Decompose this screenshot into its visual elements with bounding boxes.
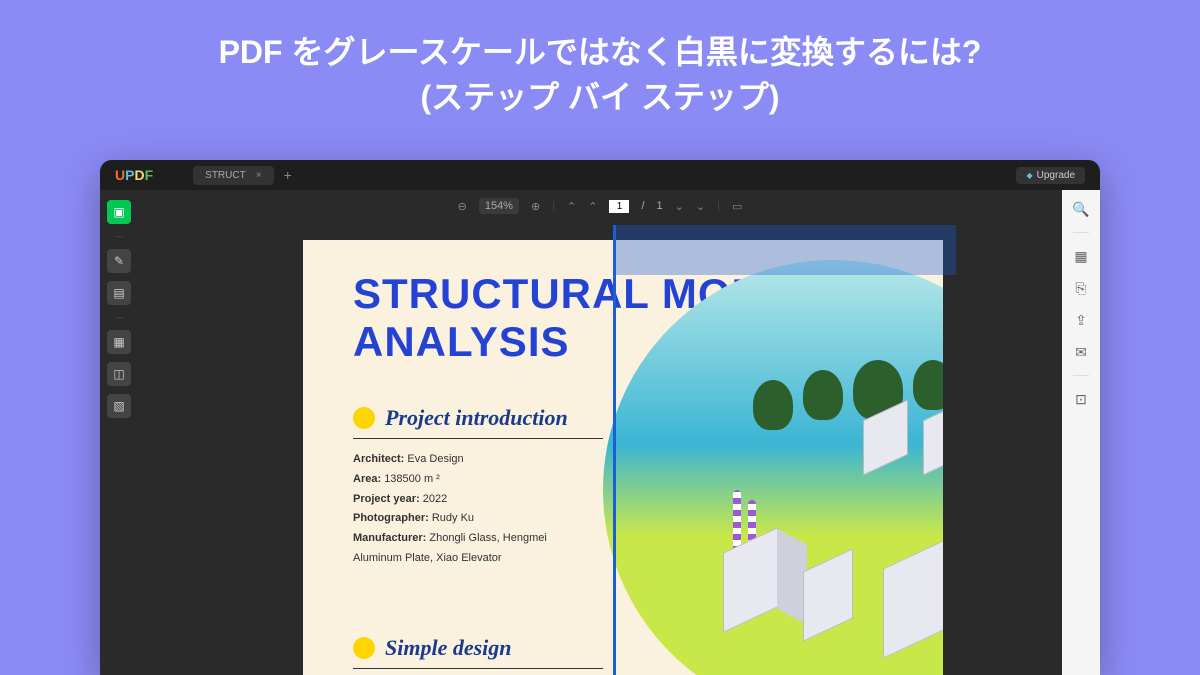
separator xyxy=(1073,232,1089,233)
separator: ― xyxy=(115,232,123,241)
page-heading: PDF をグレースケールではなく白黒に変換するには? (ステップ バイ ステップ… xyxy=(0,0,1200,120)
illustration-image xyxy=(603,260,943,675)
form-tool-icon[interactable]: ▧ xyxy=(107,394,131,418)
first-page-icon[interactable]: ⌃ xyxy=(567,200,576,213)
document-tab[interactable]: STRUCT × xyxy=(193,166,273,185)
zoom-level[interactable]: 154% xyxy=(479,198,519,214)
next-page-icon[interactable]: ⌄ xyxy=(675,200,684,213)
crop-tool-icon[interactable]: ◫ xyxy=(107,362,131,386)
tab-label: STRUCT xyxy=(205,170,246,181)
bullet-icon xyxy=(353,407,375,429)
section-heading-2: Simple design xyxy=(353,635,512,661)
edit-tool-icon[interactable]: ✎ xyxy=(107,249,131,273)
pdf-page: STRUCTURAL MODULE ANALYSIS Project intro… xyxy=(303,240,943,675)
upgrade-button[interactable]: Upgrade xyxy=(1016,167,1085,184)
document-viewport[interactable]: STRUCTURAL MODULE ANALYSIS Project intro… xyxy=(303,240,1100,675)
close-tab-icon[interactable]: × xyxy=(256,170,262,181)
compare-overlay xyxy=(616,225,956,275)
divider xyxy=(353,668,603,669)
bullet-icon xyxy=(353,637,375,659)
search-icon[interactable]: 🔍 xyxy=(1072,200,1090,218)
app-window: UPDF STRUCT × + Upgrade ▣ ― ✎ ▤ ― ▦ ◫ ▧ … xyxy=(100,160,1100,675)
divider xyxy=(353,438,603,439)
zoom-in-button[interactable]: ⊕ xyxy=(531,200,540,213)
separator: | xyxy=(717,200,720,212)
project-details: Architect: Eva Design Area: 138500 m ² P… xyxy=(353,450,583,569)
page-tool-icon[interactable]: ▦ xyxy=(107,330,131,354)
left-toolbar: ▣ ― ✎ ▤ ― ▦ ◫ ▧ xyxy=(100,190,138,675)
view-toolbar: ⊖ 154% ⊕ | ⌃ ⌃ / 1 ⌄ ⌄ | ▭ xyxy=(138,190,1062,222)
slideshow-icon[interactable]: ▭ xyxy=(732,200,742,213)
last-page-icon[interactable]: ⌄ xyxy=(696,200,705,213)
heading-line1: PDF をグレースケールではなく白黒に変換するには? xyxy=(0,30,1200,75)
title-bar: UPDF STRUCT × + Upgrade xyxy=(100,160,1100,190)
upgrade-label: Upgrade xyxy=(1037,170,1075,181)
separator: ― xyxy=(115,313,123,322)
page-separator: / xyxy=(641,200,644,212)
section-heading-1: Project introduction xyxy=(353,405,568,431)
zoom-out-button[interactable]: ⊖ xyxy=(458,200,467,213)
heading-line2: (ステップ バイ ステップ) xyxy=(0,75,1200,120)
page-total: 1 xyxy=(657,200,663,212)
page-number-input[interactable] xyxy=(609,200,629,213)
comment-tool-icon[interactable]: ▤ xyxy=(107,281,131,305)
content-area: ⊖ 154% ⊕ | ⌃ ⌃ / 1 ⌄ ⌄ | ▭ STRUCTURAL MO… xyxy=(138,190,1062,675)
prev-page-icon[interactable]: ⌃ xyxy=(588,200,597,213)
reader-tool-icon[interactable]: ▣ xyxy=(107,200,131,224)
separator: | xyxy=(552,200,555,212)
compare-slider-handle[interactable] xyxy=(613,225,616,675)
add-tab-button[interactable]: + xyxy=(284,167,292,183)
app-logo: UPDF xyxy=(115,167,153,183)
